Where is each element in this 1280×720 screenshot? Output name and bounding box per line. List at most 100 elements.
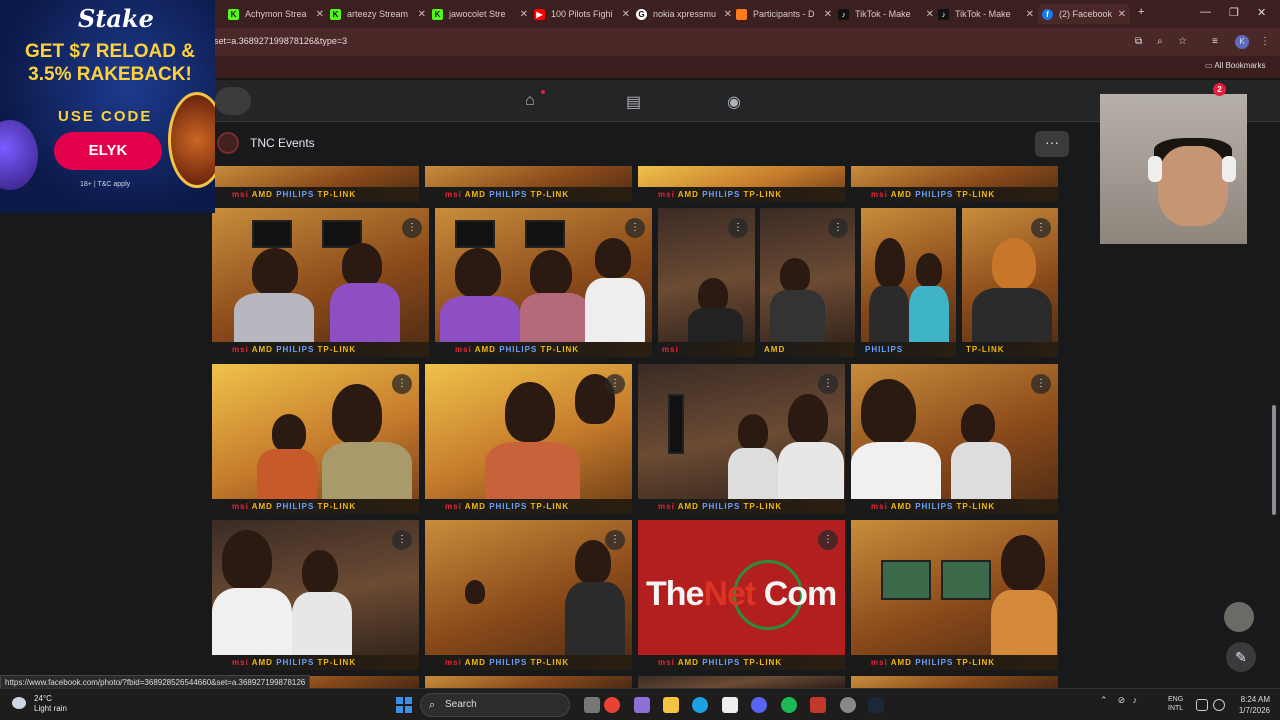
system-tray[interactable]: ⌃ ⊘ ♪ (1100, 695, 1137, 706)
photo-options-button[interactable]: ⋮ (392, 530, 412, 550)
start-button[interactable] (396, 697, 412, 713)
browser-tab[interactable]: K Achymon Strea ✕ (228, 4, 328, 24)
scrollbar-thumb[interactable] (1272, 405, 1276, 515)
chat-head-avatar[interactable] (1224, 602, 1254, 632)
close-icon[interactable]: ✕ (622, 9, 630, 20)
album-more-button[interactable]: ··· (1035, 131, 1069, 157)
language-indicator[interactable]: ENG INTL (1168, 695, 1183, 713)
ad-code-button[interactable]: ELYK (54, 132, 162, 170)
photo-options-button[interactable]: ⋮ (402, 218, 422, 238)
close-icon[interactable]: ✕ (724, 9, 732, 20)
task-view-icon[interactable] (584, 697, 600, 713)
chevron-up-icon[interactable]: ⌃ (1100, 695, 1108, 705)
home-icon[interactable]: ⌂ (525, 92, 543, 110)
photo-options-button[interactable]: ⋮ (605, 530, 625, 550)
photo-options-button[interactable]: ⋮ (818, 374, 838, 394)
photo-thumbnail[interactable]: msi AMD PHILIPS TP-LINK ⋮ (435, 208, 652, 357)
photo-options-button[interactable]: ⋮ (728, 218, 748, 238)
photo-thumbnail[interactable]: TP-LINK ⋮ (962, 208, 1058, 357)
photo-thumbnail[interactable]: msi AMD PHILIPS TP-LINK ⋮ (425, 520, 632, 670)
reading-list-icon[interactable]: ≡ (1212, 36, 1218, 47)
search-pill[interactable] (215, 87, 251, 115)
photo-thumbnail[interactable] (851, 676, 1058, 688)
file-explorer-icon[interactable] (663, 697, 679, 713)
taskbar-search[interactable]: ⌕ Search (420, 693, 570, 717)
close-icon[interactable]: ✕ (1118, 9, 1126, 20)
minimize-icon[interactable]: — (1200, 6, 1211, 18)
close-icon[interactable]: ✕ (418, 9, 426, 20)
zoom-icon[interactable]: ⌕ (1157, 36, 1163, 47)
groups-icon[interactable]: ◉ (727, 92, 745, 111)
network-icon[interactable]: ⊘ (1118, 695, 1126, 705)
photo-thumbnail[interactable]: msi AMD PHILIPS TP-LINK ⋮ (851, 364, 1058, 514)
bookmark-star-icon[interactable]: ☆ (1178, 36, 1187, 47)
browser-tab-active[interactable]: f (2) Facebook ✕ (1038, 4, 1130, 24)
notification-badge[interactable]: 2 (1213, 83, 1226, 96)
close-icon[interactable]: ✕ (926, 9, 934, 20)
marketplace-icon[interactable]: ▤ (626, 92, 644, 111)
menu-kebab-icon[interactable]: ⋮ (1260, 36, 1270, 47)
new-tab-button[interactable]: + (1138, 6, 1144, 18)
photo-thumbnail[interactable]: PHILIPS (861, 208, 956, 357)
browser-tab[interactable]: ♪ TikTok - Make ✕ (838, 4, 938, 24)
spotify-icon[interactable] (781, 697, 797, 713)
discord-icon[interactable] (751, 697, 767, 713)
cast-icon[interactable]: ⧉ (1135, 36, 1142, 47)
photo-options-button[interactable]: ⋮ (605, 374, 625, 394)
photo-thumbnail[interactable]: msi AMD PHILIPS TP-LINK ⋮ (638, 364, 845, 514)
browser-tab[interactable]: ♪ TikTok - Make ✕ (938, 4, 1038, 24)
photo-options-button[interactable]: ⋮ (828, 218, 848, 238)
photo-thumbnail[interactable]: msi AMD PHILIPS TP-LINK ⋮ (212, 364, 419, 514)
copilot-icon[interactable] (634, 697, 650, 713)
edge-icon[interactable] (692, 697, 708, 713)
display-icon[interactable] (1196, 699, 1208, 711)
photo-thumbnail[interactable]: msi AMD PHILIPS TP-LINK ⋮ (212, 208, 429, 357)
photo-thumbnail[interactable] (425, 676, 632, 688)
close-icon[interactable]: ✕ (824, 9, 832, 20)
chrome-icon[interactable] (604, 697, 620, 713)
page-avatar[interactable] (217, 132, 239, 154)
restore-icon[interactable]: ❐ (1229, 6, 1239, 19)
page-scrollbar[interactable] (1271, 122, 1277, 682)
photo-thumbnail[interactable]: msi AMD PHILIPS TP-LINK (425, 166, 632, 202)
close-icon[interactable]: ✕ (316, 9, 324, 20)
photo-options-button[interactable]: ⋮ (1031, 374, 1051, 394)
volume-icon[interactable] (1213, 699, 1225, 711)
photo-options-button[interactable]: ⋮ (392, 374, 412, 394)
browser-tab[interactable]: Gnokia xpressmu ✕ (636, 4, 736, 24)
photo-thumbnail[interactable]: msi AMD PHILIPS TP-LINK (851, 166, 1058, 202)
clock[interactable]: 8:24 AM 1/7/2026 (1230, 694, 1270, 716)
stake-ad-overlay[interactable]: Stake GET $7 RELOAD & 3.5% RAKEBACK! USE… (0, 0, 215, 213)
sponsor-amd: AMD (677, 502, 699, 511)
address-bar[interactable]: set=a.368927199878126&type=3 (214, 36, 347, 46)
browser-tab[interactable]: Karteezy Stream ✕ (330, 4, 430, 24)
photo-thumbnail[interactable] (638, 676, 845, 688)
photo-thumbnail[interactable]: AMD ⋮ (760, 208, 855, 357)
photo-thumbnail[interactable]: msi AMD PHILIPS TP-LINK (212, 166, 419, 202)
browser-tab[interactable]: Kjawocolet Stre ✕ (432, 4, 532, 24)
obs-icon[interactable] (840, 697, 856, 713)
photo-options-button[interactable]: ⋮ (625, 218, 645, 238)
photo-thumbnail[interactable]: msi AMD PHILIPS TP-LINK (638, 166, 845, 202)
browser-tab[interactable]: ▶ 100 Pilots Fighi ✕ (534, 4, 634, 24)
close-icon[interactable]: ✕ (520, 9, 528, 20)
store-icon[interactable] (722, 697, 738, 713)
close-icon[interactable]: ✕ (1026, 9, 1034, 20)
all-bookmarks-button[interactable]: ▭ All Bookmarks (1205, 61, 1265, 70)
photo-options-button[interactable]: ⋮ (818, 530, 838, 550)
mic-icon[interactable]: ♪ (1133, 695, 1138, 705)
app-icon[interactable] (810, 697, 826, 713)
profile-avatar[interactable]: K (1235, 35, 1249, 49)
photo-thumbnail[interactable]: msi AMD PHILIPS TP-LINK (851, 520, 1058, 670)
weather-widget[interactable]: 24°C Light rain (12, 694, 67, 714)
photo-thumbnail[interactable]: TheNet Com msi AMD PHILIPS TP-LINK ⋮ (638, 520, 845, 670)
steam-icon[interactable] (868, 697, 884, 713)
new-message-button[interactable]: ✎ (1226, 642, 1256, 672)
close-window-icon[interactable]: ✕ (1257, 6, 1266, 19)
photo-thumbnail[interactable]: msi ⋮ (658, 208, 755, 357)
album-title[interactable]: TNC Events (250, 136, 315, 150)
photo-thumbnail[interactable]: msi AMD PHILIPS TP-LINK ⋮ (212, 520, 419, 670)
photo-options-button[interactable]: ⋮ (1031, 218, 1051, 238)
browser-tab[interactable]: Participants - D ✕ (736, 4, 836, 24)
photo-thumbnail[interactable]: msi AMD PHILIPS TP-LINK ⋮ (425, 364, 632, 514)
